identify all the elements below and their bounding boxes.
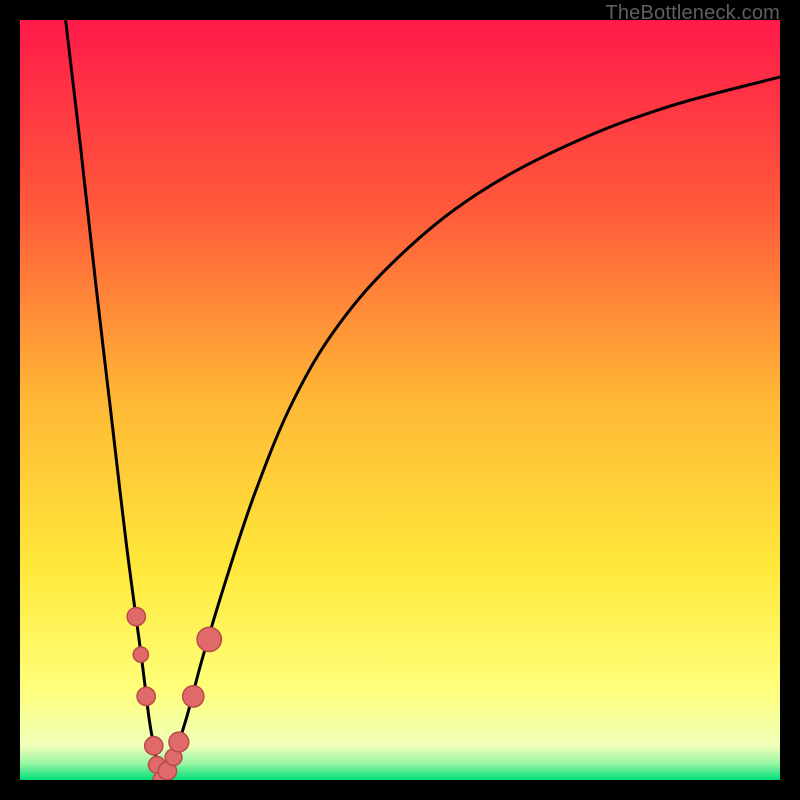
curve-marker bbox=[127, 607, 145, 625]
left-branch bbox=[66, 20, 163, 780]
chart-frame: TheBottleneck.com bbox=[0, 0, 800, 800]
curve-marker bbox=[169, 732, 189, 752]
curve-marker bbox=[145, 737, 163, 755]
curve-marker bbox=[137, 687, 155, 705]
curve-marker bbox=[133, 647, 148, 662]
curve-marker bbox=[197, 627, 221, 651]
plot-area bbox=[20, 20, 780, 780]
right-branch bbox=[162, 77, 780, 780]
curve-markers bbox=[127, 607, 221, 780]
curve-marker bbox=[183, 686, 204, 707]
curve-layer bbox=[20, 20, 780, 780]
